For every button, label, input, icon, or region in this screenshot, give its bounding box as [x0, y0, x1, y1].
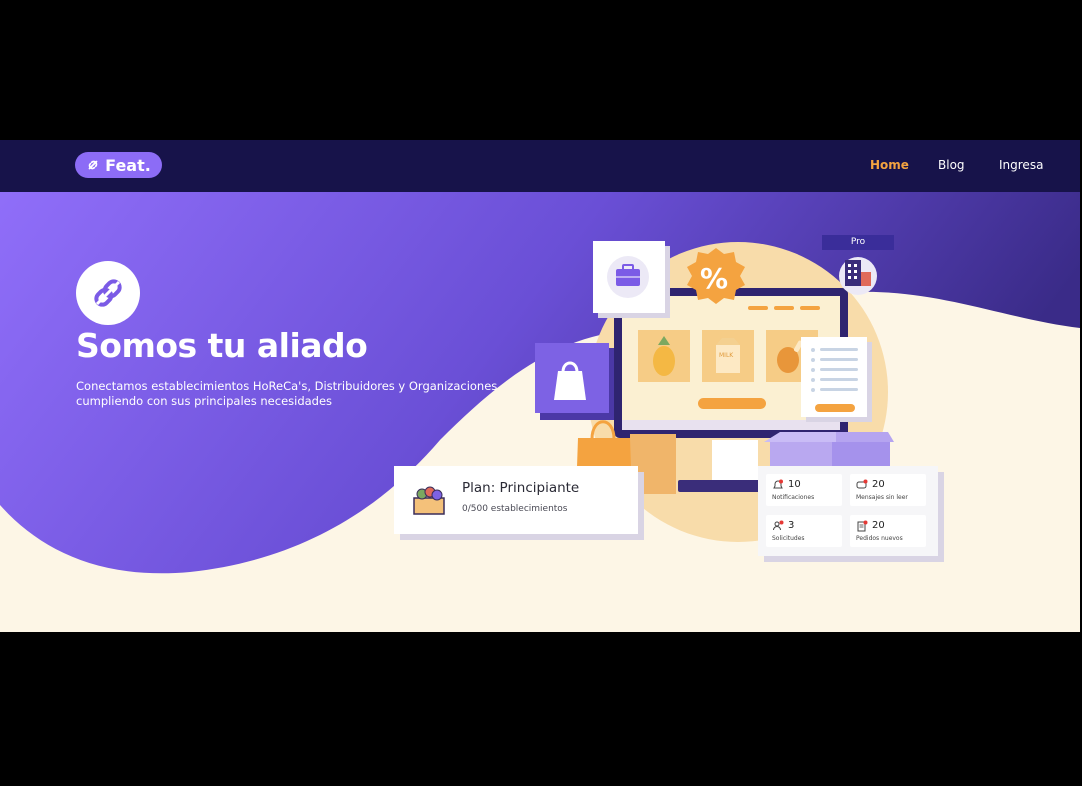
bell-icon: [773, 479, 783, 489]
stat-label: Pedidos nuevos: [856, 535, 903, 542]
order-list-icon: [857, 520, 868, 532]
stat-requests: 3 Solicitudes: [766, 515, 842, 547]
stat-label: Solicitudes: [772, 535, 805, 542]
plan-card: Plan: Principiante 0/500 establecimiento…: [394, 466, 638, 534]
marketplace-illustration: MILK %: [535, 241, 894, 496]
stat-value: 20: [872, 520, 885, 531]
plan-title: Plan: Principiante: [462, 480, 580, 496]
stats-card: 10 Notificaciones 20 Mensajes sin leer 3…: [758, 466, 938, 556]
stat-label: Mensajes sin leer: [856, 494, 908, 501]
stat-value: 10: [788, 479, 801, 490]
stat-notifications: 10 Notificaciones: [766, 474, 842, 506]
stat-label: Notificaciones: [772, 494, 815, 501]
checklist-card: [801, 337, 872, 422]
stat-value: 3: [788, 520, 795, 531]
shopping-bag-card: [535, 343, 614, 420]
svg-text:MILK: MILK: [719, 352, 734, 359]
users-icon: [773, 520, 784, 531]
stat-value: 20: [872, 479, 885, 490]
plan-subtitle: 0/500 establecimientos: [462, 504, 568, 514]
stat-orders: 20 Pedidos nuevos: [850, 515, 926, 547]
hero-section: Feat. Home Blog Ingresa Somos tu aliado …: [0, 140, 1080, 632]
pro-badge: Pro: [822, 235, 894, 250]
briefcase-card: [593, 241, 670, 318]
boxes-icon: [764, 432, 894, 468]
stat-messages: 20 Mensajes sin leer: [850, 474, 926, 506]
svg-text:%: %: [700, 262, 728, 295]
chat-icon: [856, 479, 868, 489]
produce-crate-icon: [413, 486, 445, 515]
shopping-bag-icon: [554, 371, 586, 400]
